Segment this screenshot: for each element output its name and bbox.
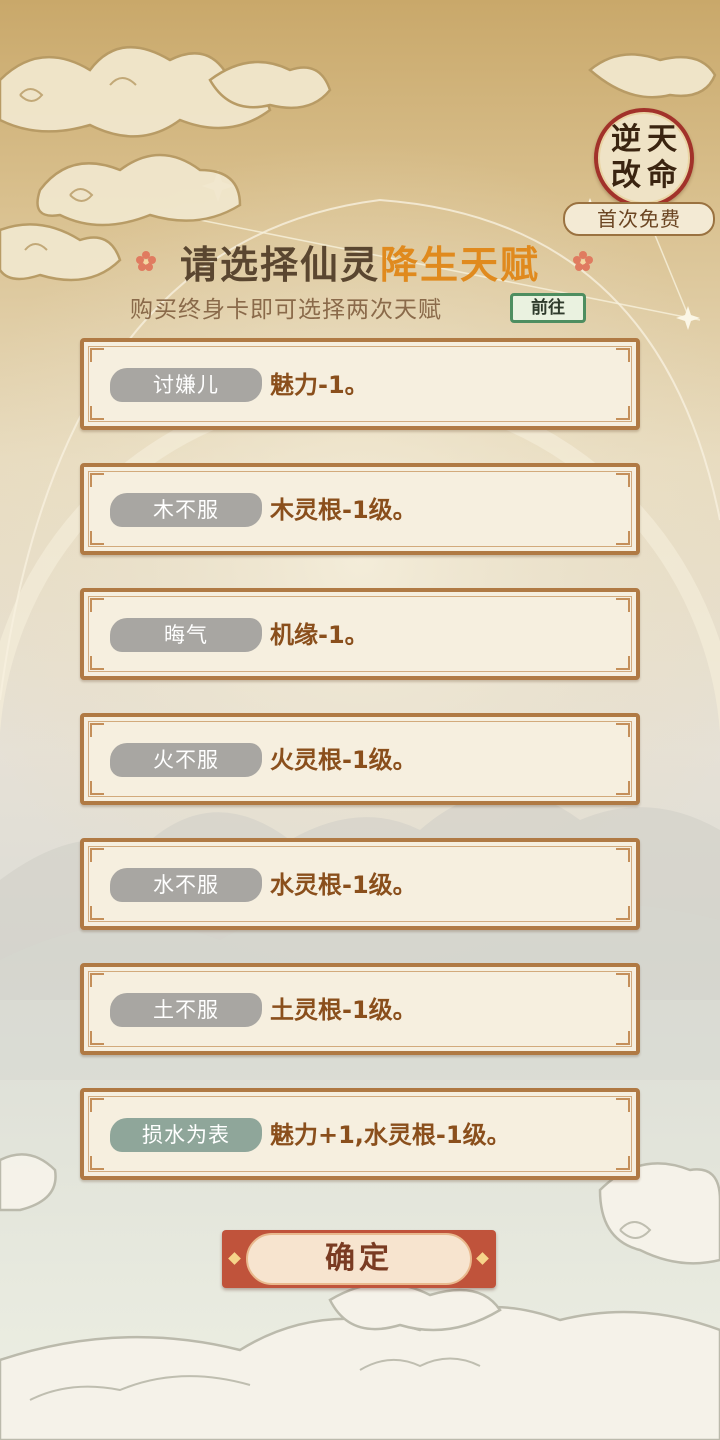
talent-tag: 土不服 [110, 993, 262, 1027]
title-highlight: 降生天赋 [380, 243, 541, 287]
talent-tag: 讨嫌儿 [110, 368, 262, 402]
diamond-ornament [476, 1252, 489, 1265]
lifetime-card-hint: 购买终身卡即可选择两次天赋 [130, 297, 442, 323]
talent-description: 木灵根-1级。 [270, 496, 417, 524]
talent-card[interactable]: 土不服 土灵根-1级。 [80, 963, 640, 1055]
confirm-label: 确定 [246, 1233, 472, 1285]
talent-description: 魅力-1。 [270, 371, 369, 399]
talent-tag: 火不服 [110, 743, 262, 777]
talent-description: 机缘-1。 [270, 621, 369, 649]
talent-tag: 晦气 [110, 618, 262, 652]
talent-card[interactable]: 水不服 水灵根-1级。 [80, 838, 640, 930]
seal-char: 天 [647, 122, 677, 157]
talent-tag: 水不服 [110, 868, 262, 902]
goto-button[interactable]: 前往 [510, 293, 586, 323]
title-prefix: 请选择仙灵 [179, 243, 380, 287]
talent-description: 水灵根-1级。 [270, 871, 417, 899]
talent-tag: 损水为表 [110, 1118, 262, 1152]
talent-card[interactable]: 火不服 火灵根-1级。 [80, 713, 640, 805]
talent-description: 魅力+1,水灵根-1级。 [270, 1121, 511, 1149]
first-time-free-badge[interactable]: 首次免费 [563, 202, 715, 236]
talent-description: 火灵根-1级。 [270, 746, 417, 774]
diamond-ornament [228, 1252, 241, 1265]
talent-description: 土灵根-1级。 [270, 996, 417, 1024]
seal-char: 逆 [611, 122, 641, 157]
seal-char: 改 [611, 158, 641, 193]
talent-card[interactable]: 木不服 木灵根-1级。 [80, 463, 640, 555]
confirm-button[interactable]: 确定 [222, 1230, 496, 1288]
talent-card[interactable]: 损水为表 魅力+1,水灵根-1级。 [80, 1088, 640, 1180]
reverse-fate-seal[interactable]: 逆 天 改 命 [594, 108, 694, 208]
talent-card[interactable]: 讨嫌儿 魅力-1。 [80, 338, 640, 430]
page-title: 请选择仙灵降生天赋 [0, 240, 720, 290]
talent-tag: 木不服 [110, 493, 262, 527]
talent-card[interactable]: 晦气 机缘-1。 [80, 588, 640, 680]
flower-icon [573, 251, 593, 271]
seal-char: 命 [647, 158, 677, 193]
